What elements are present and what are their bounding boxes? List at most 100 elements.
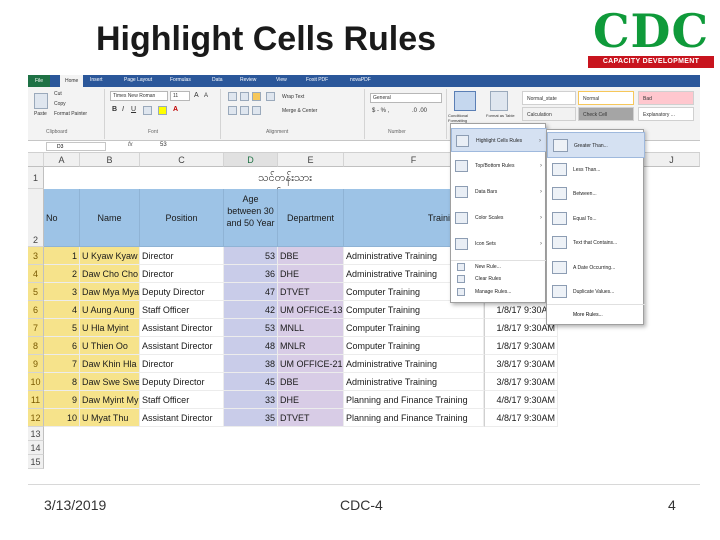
cell-name[interactable]: U Aung Aung xyxy=(80,301,140,319)
row-header-12[interactable]: 12 xyxy=(28,409,44,427)
cell-department[interactable]: MNLL xyxy=(278,319,344,337)
cell-style-normal-state[interactable]: Normal_state xyxy=(522,91,576,105)
ribbon-tab-review[interactable]: Review xyxy=(240,77,256,83)
align-middle-icon[interactable] xyxy=(240,92,249,101)
cell-no[interactable]: 4 xyxy=(44,301,80,319)
cell-no[interactable]: 6 xyxy=(44,337,80,355)
ribbon-tab-view[interactable]: View xyxy=(276,77,287,83)
ribbon-tab-data[interactable]: Data xyxy=(212,77,223,83)
cell-style-explanatory-[interactable]: Explanatory ... xyxy=(638,107,694,121)
cell-date[interactable]: 3/8/17 9:30AM xyxy=(484,355,558,373)
submenu-item-duplicate-values-[interactable]: Duplicate Values... xyxy=(547,279,645,305)
row-header-9[interactable]: 9 xyxy=(28,355,44,373)
paste-icon[interactable] xyxy=(34,93,48,109)
cell-name[interactable]: Daw Khin Hla xyxy=(80,355,140,373)
cell-training-title[interactable]: Administrative Training xyxy=(344,373,484,391)
formula-input[interactable]: 53 xyxy=(160,142,167,148)
font-name-select[interactable]: Times New Roman xyxy=(110,91,168,101)
align-center-icon[interactable] xyxy=(240,106,249,115)
cell-department[interactable]: DTVET xyxy=(278,409,344,427)
cell-training-title[interactable]: Planning and Finance Training xyxy=(344,391,484,409)
cell-position[interactable]: Assistant Director xyxy=(140,337,224,355)
cell-name[interactable]: Daw Cho Cho xyxy=(80,265,140,283)
ribbon-tab-insert[interactable]: Insert xyxy=(90,77,103,83)
cell-training-title[interactable]: Administrative Training xyxy=(344,355,484,373)
cell-no[interactable]: 1 xyxy=(44,247,80,265)
cell-department[interactable]: MNLR xyxy=(278,337,344,355)
cell-training-title[interactable]: Computer Training xyxy=(344,337,484,355)
cell-date[interactable]: 4/8/17 9:30AM xyxy=(484,409,558,427)
cell-age[interactable]: 38 xyxy=(224,355,278,373)
row-header-14[interactable]: 14 xyxy=(28,441,44,455)
cf-menu-item-manage-rules-[interactable]: Manage Rules... xyxy=(451,286,547,298)
fx-icon[interactable]: fx xyxy=(128,142,133,148)
ribbon-tab-formulas[interactable]: Formulas xyxy=(170,77,191,83)
cell-age[interactable]: 35 xyxy=(224,409,278,427)
cell-position[interactable]: Deputy Director xyxy=(140,283,224,301)
ribbon-tab-foxit-pdf[interactable]: Foxit PDF xyxy=(306,77,328,83)
cell-name[interactable]: Daw Swe Swe xyxy=(80,373,140,391)
row-header-5[interactable]: 5 xyxy=(28,283,44,301)
cell-no[interactable]: 5 xyxy=(44,319,80,337)
cell-date[interactable]: 1/8/17 9:30AM xyxy=(484,337,558,355)
decimal-icon[interactable]: .0 .00 xyxy=(412,108,427,114)
cf-menu-item-data-bars[interactable]: Data Bars › xyxy=(451,180,547,204)
cf-menu-item-clear-rules[interactable]: Clear Rules xyxy=(451,273,547,285)
cell-no[interactable]: 3 xyxy=(44,283,80,301)
cell-date[interactable]: 3/8/17 9:30AM xyxy=(484,373,558,391)
align-bottom-icon[interactable] xyxy=(252,92,261,101)
cell-style-normal[interactable]: Normal xyxy=(578,91,634,105)
submenu-item-equal-to-[interactable]: Equal To... xyxy=(547,206,645,232)
paste-button[interactable]: Paste xyxy=(34,111,47,117)
cf-menu-item-icon-sets[interactable]: Icon Sets › xyxy=(451,232,547,256)
wrap-text-button[interactable]: Wrap Text xyxy=(282,94,304,100)
conditional-formatting-icon[interactable] xyxy=(454,91,476,111)
cell-no[interactable]: 2 xyxy=(44,265,80,283)
cell-age[interactable]: 48 xyxy=(224,337,278,355)
conditional-formatting-button[interactable]: Conditional Formatting xyxy=(448,113,484,123)
cell-age[interactable]: 33 xyxy=(224,391,278,409)
align-left-icon[interactable] xyxy=(228,106,237,115)
cell-style-bad[interactable]: Bad xyxy=(638,91,694,105)
row-header-1[interactable]: 1 xyxy=(28,167,44,189)
more-rules-item[interactable]: More Rules... xyxy=(547,304,645,324)
column-header-d[interactable]: D xyxy=(224,153,278,167)
cell-age[interactable]: 53 xyxy=(224,247,278,265)
cell-position[interactable]: Director xyxy=(140,355,224,373)
align-top-icon[interactable] xyxy=(228,92,237,101)
merge-center-button[interactable]: Merge & Center xyxy=(282,108,317,114)
cell-training-title[interactable]: Computer Training xyxy=(344,319,484,337)
row-header-13[interactable]: 13 xyxy=(28,427,44,441)
cell-department[interactable]: DTVET xyxy=(278,283,344,301)
grow-font-icon[interactable]: A xyxy=(194,92,199,99)
cf-menu-item-top-bottom-rules[interactable]: Top/Bottom Rules › xyxy=(451,154,547,178)
number-format-select[interactable]: General xyxy=(370,93,442,103)
align-right-icon[interactable] xyxy=(252,106,261,115)
fill-color-icon[interactable] xyxy=(158,106,167,115)
cell-age[interactable]: 36 xyxy=(224,265,278,283)
cell-name[interactable]: Daw Mya Mya xyxy=(80,283,140,301)
row-header-3[interactable]: 3 xyxy=(28,247,44,265)
cell-position[interactable]: Assistant Director xyxy=(140,409,224,427)
cell-department[interactable]: DHE xyxy=(278,391,344,409)
row-header-6[interactable]: 6 xyxy=(28,301,44,319)
cell-position[interactable]: Assistant Director xyxy=(140,319,224,337)
row-header-7[interactable]: 7 xyxy=(28,319,44,337)
cell-style-calculation[interactable]: Calculation xyxy=(522,107,576,121)
column-header-c[interactable]: C xyxy=(140,153,224,167)
ribbon-tab-page-layout[interactable]: Page Layout xyxy=(124,77,152,83)
cell-training-title[interactable]: Computer Training xyxy=(344,301,484,319)
cell-position[interactable]: Director xyxy=(140,265,224,283)
cell-training-title[interactable]: Planning and Finance Training xyxy=(344,409,484,427)
row-header-8[interactable]: 8 xyxy=(28,337,44,355)
cf-menu-item-color-scales[interactable]: Color Scales › xyxy=(451,206,547,230)
cell-name[interactable]: U Thien Oo xyxy=(80,337,140,355)
row-header-11[interactable]: 11 xyxy=(28,391,44,409)
cell-age[interactable]: 53 xyxy=(224,319,278,337)
ribbon-tab-home[interactable]: Home xyxy=(60,75,84,87)
cell-department[interactable]: DBE xyxy=(278,373,344,391)
cell-name[interactable]: U Kyaw Kyaw xyxy=(80,247,140,265)
submenu-item-text-that-contains-[interactable]: Text that Contains... xyxy=(547,230,645,256)
cell-position[interactable]: Staff Officer xyxy=(140,391,224,409)
underline-icon[interactable]: U xyxy=(131,106,136,113)
